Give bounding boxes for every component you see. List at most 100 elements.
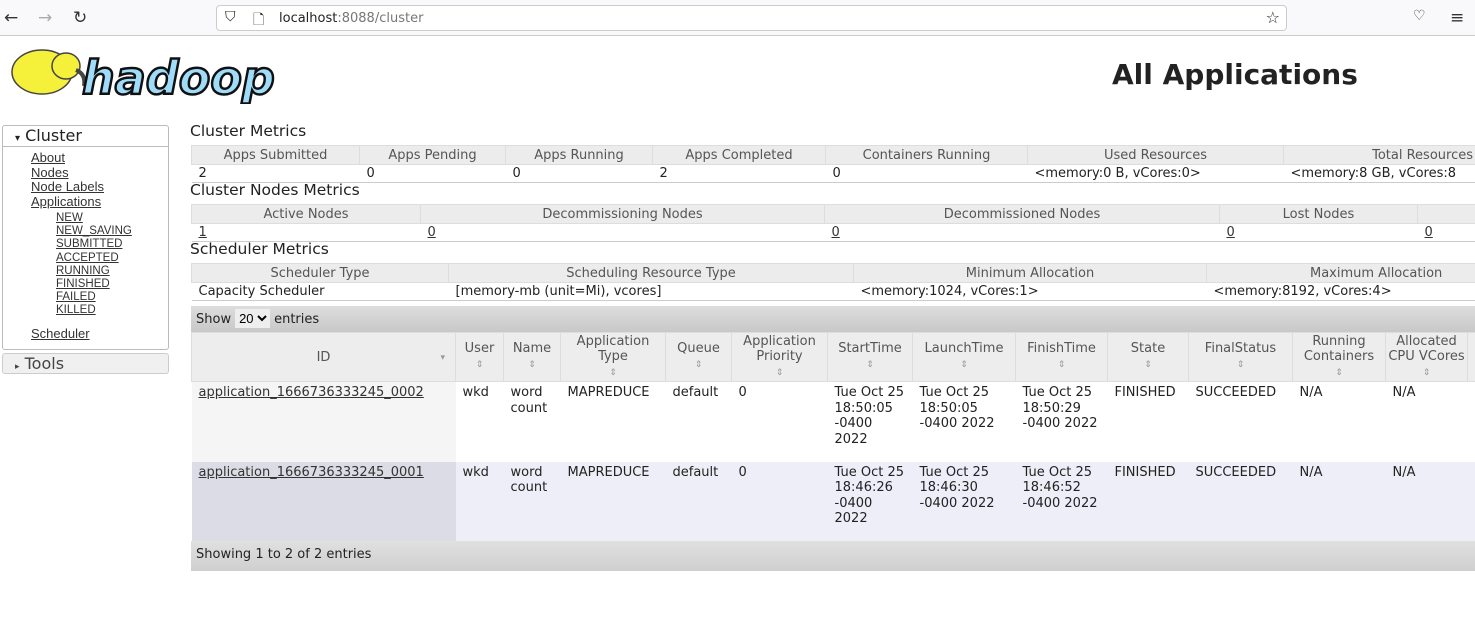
url-bar[interactable]: ⛉ 🗋 localhost:8088/cluster ☆ bbox=[216, 5, 1287, 31]
th-apps-running: Apps Running bbox=[505, 145, 653, 165]
application-id-link[interactable]: application_1666736333245_0001 bbox=[199, 465, 424, 480]
sort-icon: ⇕ bbox=[609, 367, 617, 378]
sidebar-state-submitted[interactable]: SUBMITTED bbox=[3, 238, 168, 251]
th-extra[interactable] bbox=[1467, 332, 1475, 382]
table-cell: application_1666736333245_0001 bbox=[191, 461, 456, 542]
th-running-containers[interactable]: Running Containers ⇕ bbox=[1292, 332, 1386, 382]
entries-select[interactable]: 20 bbox=[235, 309, 271, 328]
pocket-icon[interactable]: ♡ bbox=[1413, 8, 1426, 24]
th-name[interactable]: Name ⇕ bbox=[503, 332, 561, 382]
header-label: LaunchTime bbox=[924, 341, 1004, 356]
sort-icon: ⇕ bbox=[1057, 360, 1066, 370]
sidebar-tools[interactable]: ▸ Tools bbox=[2, 353, 169, 374]
sidebar-link-nodes[interactable]: Nodes bbox=[3, 165, 168, 181]
nodes-metrics-table: Active Nodes Decommissioning Nodes Decommi… bbox=[191, 204, 1475, 242]
sidebar-state-running[interactable]: RUNNING bbox=[3, 265, 168, 278]
sidebar-link-scheduler[interactable]: Scheduler bbox=[3, 326, 168, 342]
th-containers-running: Containers Running bbox=[825, 145, 1028, 165]
th-total-resources: Total Resources bbox=[1283, 145, 1475, 165]
th-decommissioning-nodes: Decommissioning Nodes bbox=[420, 204, 825, 224]
table-info: Showing 1 to 2 of 2 entries bbox=[191, 541, 1475, 571]
active-nodes-link[interactable]: 1 bbox=[199, 225, 207, 240]
minimum-allocation: <memory:1024, vCores:1> bbox=[853, 282, 1207, 301]
th-user[interactable]: User ⇕ bbox=[455, 332, 504, 382]
sidebar-link-node-labels[interactable]: Node Labels bbox=[3, 179, 168, 195]
th-active-nodes: Active Nodes bbox=[191, 204, 421, 224]
reload-icon[interactable]: ↻ bbox=[73, 8, 87, 28]
th-launchtime[interactable]: LaunchTime ⇕ bbox=[912, 332, 1016, 382]
th-application-type[interactable]: Application Type ⇕ bbox=[560, 332, 666, 382]
th-scheduler-type: Scheduler Type bbox=[191, 263, 449, 283]
table-cell: N/A bbox=[1292, 461, 1386, 542]
table-cell: FINISHED bbox=[1107, 381, 1189, 462]
sort-icon: ⇕ bbox=[1144, 360, 1152, 370]
scheduler-metrics-table: Scheduler Type Scheduling Resource Type Mi… bbox=[191, 263, 1475, 301]
header-label: Allocated CPU VCores bbox=[1388, 333, 1465, 364]
header-label: Queue bbox=[677, 341, 720, 356]
table-cell: 0 bbox=[731, 381, 828, 462]
table-cell: N/A bbox=[1385, 461, 1468, 542]
total-resources: <memory:8 GB, vCores:8 bbox=[1283, 164, 1475, 183]
th-finishtime[interactable]: FinishTime ⇕ bbox=[1015, 332, 1108, 382]
lost-nodes-link[interactable]: 0 bbox=[1227, 225, 1235, 240]
header-label: State bbox=[1130, 341, 1166, 356]
table-cell: MAPREDUCE bbox=[560, 381, 666, 462]
cell-starttime: Tue Oct 25 18:46:26 -0400 2022 bbox=[834, 464, 905, 527]
th-id[interactable]: ID ▾ bbox=[191, 332, 456, 382]
page-title: All Applications bbox=[1112, 58, 1358, 91]
table-cell: Tue Oct 25 18:46:30 -0400 2022 bbox=[912, 461, 1016, 542]
sidebar-state-killed[interactable]: KILLED bbox=[3, 304, 168, 317]
caret-right-icon: ▸ bbox=[15, 362, 20, 372]
sidebar-state-failed[interactable]: FAILED bbox=[3, 291, 168, 304]
header-label: StartTime bbox=[838, 341, 902, 356]
table-cell: Tue Oct 25 18:46:26 -0400 2022 bbox=[827, 461, 913, 542]
sort-icon: ⇕ bbox=[1422, 367, 1431, 378]
table-cell: SUCCEEDED bbox=[1188, 381, 1293, 462]
th-state[interactable]: State ⇕ bbox=[1107, 332, 1189, 382]
applications-table: ID ▾ User ⇕ Name ⇕ Application Type ⇕ Queue … bbox=[191, 332, 1475, 542]
logo-text: hadoop bbox=[82, 51, 275, 104]
header-label: Application Type bbox=[576, 333, 650, 364]
decommissioning-nodes-link[interactable]: 0 bbox=[428, 225, 436, 240]
cell-starttime: Tue Oct 25 18:50:05 -0400 2022 bbox=[834, 385, 905, 447]
sidebar-state-finished[interactable]: FINISHED bbox=[3, 278, 168, 291]
sidebar-link-applications[interactable]: Applications bbox=[3, 194, 168, 210]
sidebar-state-new[interactable]: NEW bbox=[3, 212, 168, 225]
sidebar-state-accepted[interactable]: ACCEPTED bbox=[3, 252, 168, 265]
cell-user: wkd bbox=[462, 464, 489, 480]
cluster-toggle[interactable]: ▾ Cluster bbox=[3, 126, 168, 147]
scheduler-type: Capacity Scheduler bbox=[191, 282, 449, 301]
tools-label: Tools bbox=[24, 354, 65, 373]
th-finalstatus[interactable]: FinalStatus ⇕ bbox=[1188, 332, 1293, 382]
table-cell: default bbox=[665, 381, 732, 462]
header-label: User bbox=[464, 341, 495, 356]
table-cell: MAPREDUCE bbox=[560, 461, 666, 542]
decommissioned-nodes-link[interactable]: 0 bbox=[832, 225, 840, 240]
table-cell: SUCCEEDED bbox=[1188, 461, 1293, 542]
th-application-priority[interactable]: Application Priority ⇕ bbox=[731, 332, 828, 382]
th-minimum-allocation: Minimum Allocation bbox=[853, 263, 1207, 283]
table-cell: Tue Oct 25 18:50:05 -0400 2022 bbox=[912, 381, 1016, 462]
cluster-metrics-table: Apps Submitted Apps Pending Apps Running Ap… bbox=[191, 145, 1475, 183]
extra-nodes-link[interactable]: 0 bbox=[1425, 225, 1433, 240]
th-apps-completed: Apps Completed bbox=[652, 145, 826, 165]
bookmark-star-icon[interactable]: ☆ bbox=[1266, 8, 1280, 27]
table-cell: default bbox=[665, 461, 732, 542]
application-id-link[interactable]: application_1666736333245_0002 bbox=[199, 385, 424, 400]
forward-icon[interactable]: → bbox=[38, 8, 52, 28]
cell-finishtime: Tue Oct 25 18:50:29 -0400 2022 bbox=[1022, 385, 1098, 431]
th-queue[interactable]: Queue ⇕ bbox=[665, 332, 732, 382]
table-cell: N/A bbox=[1292, 381, 1386, 462]
th-allocated-cpu-vcores[interactable]: Allocated CPU VCores ⇕ bbox=[1385, 332, 1468, 382]
show-entries-bar: Show 20 entries bbox=[191, 306, 1475, 332]
back-icon[interactable]: ← bbox=[4, 8, 18, 28]
sidebar-state-new-saving[interactable]: NEW_SAVING bbox=[3, 225, 168, 238]
containers-running: 0 bbox=[825, 164, 1028, 183]
nodes-metrics-title: Cluster Nodes Metrics bbox=[190, 181, 360, 199]
th-starttime[interactable]: StartTime ⇕ bbox=[827, 332, 913, 382]
menu-icon[interactable]: ≡ bbox=[1450, 8, 1464, 28]
cell-application-priority: 0 bbox=[738, 464, 747, 480]
table-cell: word count bbox=[503, 461, 561, 542]
cell-state: FINISHED bbox=[1114, 464, 1176, 480]
sidebar-link-about[interactable]: About bbox=[3, 150, 168, 166]
